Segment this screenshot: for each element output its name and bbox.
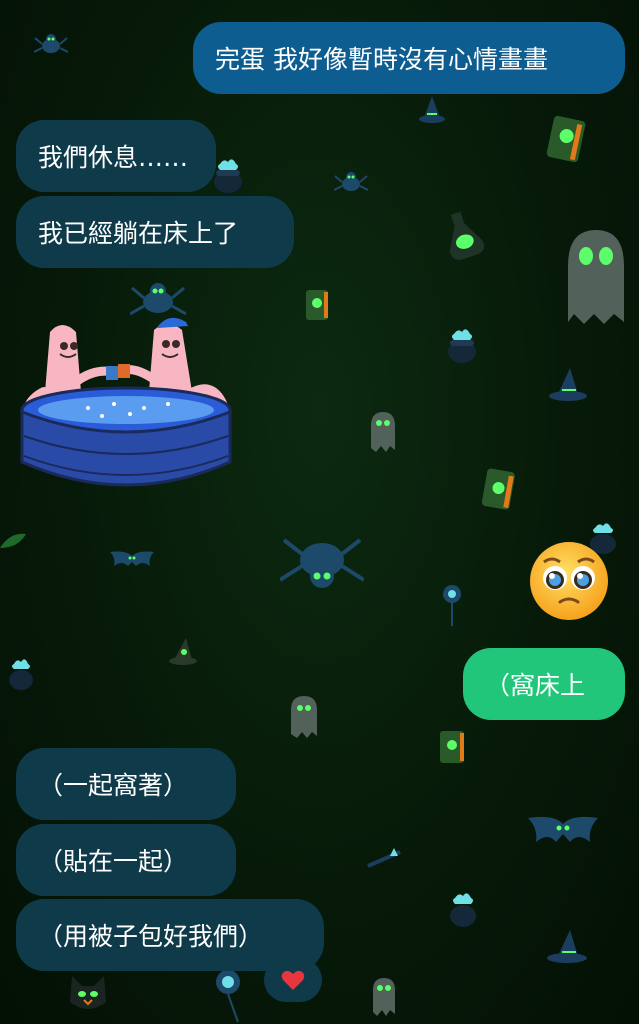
heart-icon: [281, 970, 305, 990]
incoming-message[interactable]: （一起窩著）: [16, 748, 236, 820]
spider-icon: [334, 172, 368, 191]
ghost-icon: [371, 412, 395, 452]
incoming-message[interactable]: 我已經躺在床上了: [16, 196, 294, 268]
outgoing-message[interactable]: （窩床上: [463, 648, 625, 720]
spellbook-icon: [546, 115, 586, 163]
spellbook-icon: [306, 290, 328, 320]
ghost-icon: [568, 230, 624, 324]
spellbook-icon: [440, 731, 464, 763]
leaf-icon: [0, 533, 26, 548]
message-text: 我已經躺在床上了: [38, 219, 239, 248]
incoming-message[interactable]: （貼在一起）: [16, 824, 236, 896]
incoming-message[interactable]: 我們休息……: [16, 120, 216, 192]
witch-hat-icon: [367, 848, 401, 868]
witch-hat-icon: [169, 638, 197, 665]
message-text: 完蛋 我好像暫時沒有心情畫畫: [215, 45, 548, 74]
ghost-icon: [373, 978, 395, 1016]
potion-bottle-icon: [449, 211, 485, 260]
message-text: 我們休息……: [38, 143, 189, 172]
cauldron-icon: [450, 893, 476, 927]
pleading-face-emoji[interactable]: [528, 540, 610, 622]
witch-hat-icon: [549, 368, 587, 401]
sticker-hot-tub[interactable]: [18, 312, 234, 494]
bat-icon: [110, 551, 154, 566]
message-text: （一起窩著）: [38, 771, 189, 800]
ghost-icon: [291, 696, 317, 738]
spider-icon: [280, 538, 364, 588]
spellbook-icon: [481, 468, 515, 510]
witch-hat-icon: [547, 930, 587, 963]
potion-bottle-icon: [443, 585, 461, 626]
heart-reaction[interactable]: [264, 958, 322, 1002]
spider-icon: [34, 34, 68, 53]
message-text: （貼在一起）: [38, 847, 189, 876]
cauldron-icon: [448, 329, 476, 363]
chat-thread: 完蛋 我好像暫時沒有心情畫畫 我們休息…… 我已經躺在床上了 （窩床上 （一起窩…: [0, 0, 639, 1024]
message-text: （窩床上: [485, 671, 586, 700]
bat-icon: [528, 816, 598, 842]
outgoing-message[interactable]: 完蛋 我好像暫時沒有心情畫畫: [193, 22, 625, 94]
witch-hat-icon: [419, 96, 445, 123]
black-cat-icon: [70, 976, 106, 1009]
potion-bottle-icon: [216, 970, 240, 1023]
message-text: （用被子包好我們）: [38, 922, 264, 951]
cauldron-icon: [9, 659, 33, 690]
